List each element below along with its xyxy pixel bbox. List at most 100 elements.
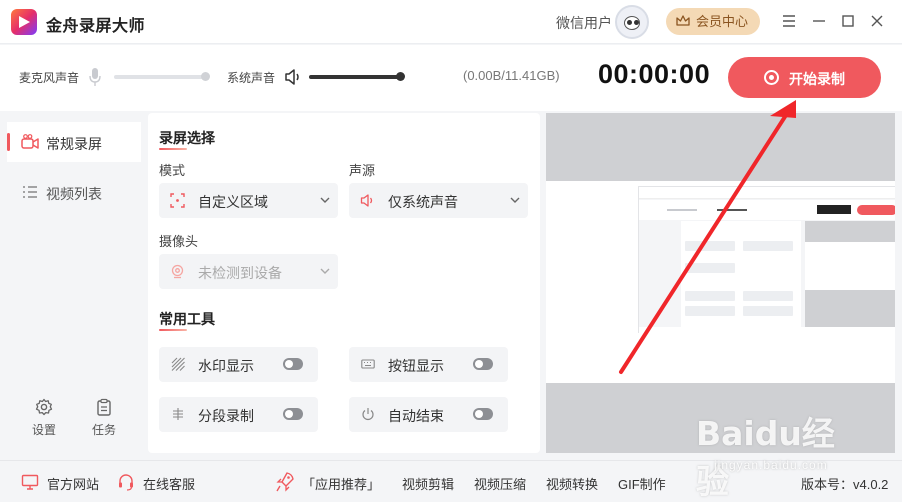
title-bar: 金舟录屏大师 微信用户 会员中心 xyxy=(0,0,902,44)
video-compress-link[interactable]: 视频压缩 xyxy=(474,474,526,493)
close-button[interactable] xyxy=(865,10,889,32)
monitor-icon xyxy=(21,474,39,490)
avatar-eye xyxy=(634,20,639,25)
menu-button[interactable] xyxy=(777,10,801,32)
thumb-slider xyxy=(667,209,697,211)
thumb-sidebar xyxy=(639,221,679,327)
username[interactable]: 微信用户 xyxy=(556,13,612,33)
record-selection-title: 录屏选择 xyxy=(159,130,215,150)
chevron-down-icon xyxy=(320,268,330,274)
audio-source-label: 声源 xyxy=(349,163,376,178)
watermark-icon xyxy=(171,357,185,371)
preview-app-thumbnail xyxy=(638,186,895,334)
sidebar-item-regular-record[interactable]: 常规录屏 xyxy=(7,122,141,162)
webcam-icon xyxy=(171,264,184,279)
rocket-icon xyxy=(276,472,294,492)
record-timer: 00:00:00 xyxy=(598,59,711,89)
thumb-footer xyxy=(639,327,895,334)
gear-icon xyxy=(35,398,53,416)
audio-source-dropdown[interactable]: 仅系统声音 xyxy=(349,183,528,218)
watermark-toggle[interactable] xyxy=(283,358,303,370)
maximize-button[interactable] xyxy=(836,10,860,32)
preview-capture xyxy=(546,181,895,383)
speaker-icon[interactable] xyxy=(284,68,302,86)
mic-volume-label: 麦克风声音 xyxy=(19,71,80,85)
region-select-icon xyxy=(170,193,185,208)
audio-record-bar: 麦克风声音 系统声音 (0.00B/11.41GB) 00:00:00 开始录制 xyxy=(0,45,902,111)
settings-button[interactable]: 设置 xyxy=(24,398,64,448)
start-record-label: 开始录制 xyxy=(789,71,845,87)
video-convert-link[interactable]: 视频转换 xyxy=(546,474,598,493)
mic-volume-slider[interactable] xyxy=(114,75,206,79)
app-logo-icon xyxy=(11,9,37,35)
tasks-label: 任务 xyxy=(91,423,116,437)
tasks-button[interactable]: 任务 xyxy=(84,398,124,448)
camera-label: 摄像头 xyxy=(159,234,199,249)
thumb-slider xyxy=(717,209,747,211)
mic-volume-thumb[interactable] xyxy=(201,72,210,81)
tool-button-display: 按钮显示 xyxy=(349,347,508,382)
tool-segment-record: 分段录制 xyxy=(159,397,318,432)
power-icon xyxy=(362,408,374,421)
video-edit-link[interactable]: 视频剪辑 xyxy=(402,474,454,493)
clipboard-icon xyxy=(97,398,111,416)
keyboard-icon xyxy=(361,359,375,369)
avatar[interactable] xyxy=(615,5,649,39)
audio-source-value: 仅系统声音 xyxy=(388,194,458,210)
thumb-tool xyxy=(743,291,793,301)
tool-label: 分段录制 xyxy=(198,408,254,424)
tool-label: 按钮显示 xyxy=(388,358,444,374)
headset-icon xyxy=(119,474,133,491)
start-record-button[interactable]: 开始录制 xyxy=(728,57,881,98)
mode-value: 自定义区域 xyxy=(198,194,268,210)
app-title: 金舟录屏大师 xyxy=(46,18,146,35)
camera-dropdown[interactable]: 未检测到设备 xyxy=(159,254,338,289)
thumb-tool xyxy=(685,306,735,316)
thumb-preview-inner xyxy=(805,242,895,290)
vip-center-button[interactable]: 会员中心 xyxy=(666,8,760,35)
thumb-dropdown xyxy=(685,263,735,273)
camera-value: 未检测到设备 xyxy=(198,265,282,281)
minimize-icon xyxy=(813,20,825,22)
settings-label: 设置 xyxy=(31,423,56,437)
app-recommend-link[interactable]: 「应用推荐」 xyxy=(302,474,380,493)
thumb-dropdown xyxy=(743,241,793,251)
mode-dropdown[interactable]: 自定义区域 xyxy=(159,183,338,218)
system-volume-label: 系统声音 xyxy=(227,71,276,85)
online-support-link[interactable]: 在线客服 xyxy=(143,474,195,493)
chevron-down-icon xyxy=(510,197,520,203)
sidebar-item-video-list[interactable]: 视频列表 xyxy=(7,172,141,212)
hamburger-menu-icon xyxy=(783,15,795,27)
sidebar-item-label: 常规录屏 xyxy=(46,136,102,152)
official-website-link[interactable]: 官方网站 xyxy=(47,474,99,493)
thumb-timer xyxy=(817,205,851,214)
chevron-down-icon xyxy=(320,197,330,203)
microphone-icon[interactable] xyxy=(88,67,102,87)
mode-label: 模式 xyxy=(159,163,186,178)
system-volume-slider[interactable] xyxy=(309,75,401,79)
record-icon xyxy=(764,70,779,85)
thumb-record-button xyxy=(857,205,895,215)
close-icon xyxy=(871,15,883,27)
speaker-icon xyxy=(360,194,373,207)
tool-auto-stop: 自动结束 xyxy=(349,397,508,432)
gif-make-link[interactable]: GIF制作 xyxy=(618,474,666,493)
sidebar-item-label: 视频列表 xyxy=(46,186,102,202)
system-volume-thumb[interactable] xyxy=(396,72,405,81)
thumb-tool xyxy=(685,291,735,301)
version-label: 版本号：v4.0.2 xyxy=(801,477,889,492)
vip-center-label: 会员中心 xyxy=(696,14,749,29)
auto-stop-toggle[interactable] xyxy=(473,408,493,420)
common-tools-title: 常用工具 xyxy=(159,311,215,331)
tool-watermark: 水印显示 xyxy=(159,347,318,382)
button-display-toggle[interactable] xyxy=(473,358,493,370)
maximize-icon xyxy=(842,15,854,27)
segment-record-toggle[interactable] xyxy=(283,408,303,420)
crown-icon xyxy=(676,15,690,26)
minimize-button[interactable] xyxy=(807,10,831,32)
screen-preview[interactable] xyxy=(546,113,895,453)
avatar-eye xyxy=(627,20,632,25)
list-icon xyxy=(23,186,37,198)
tool-label: 水印显示 xyxy=(198,358,254,374)
sidebar: 常规录屏 视频列表 设置 任务 xyxy=(0,112,142,457)
